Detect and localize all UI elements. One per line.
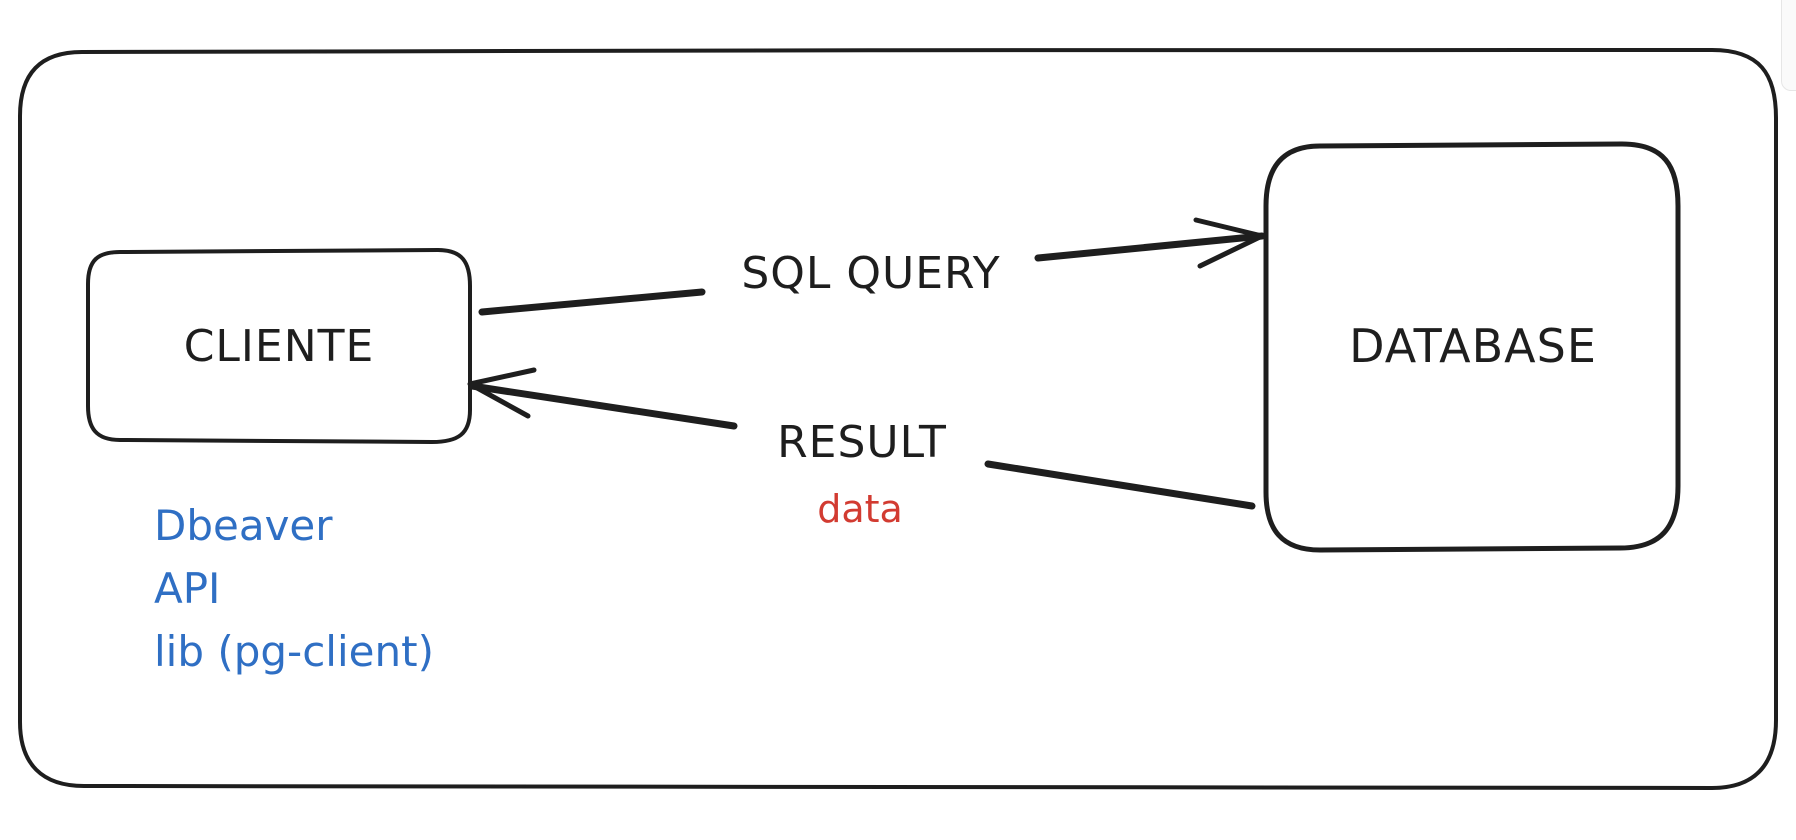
client-label: CLIENTE [184, 321, 375, 372]
query-label: SQL QUERY [741, 248, 1000, 299]
result-label: RESULT [777, 417, 947, 468]
client-examples: Dbeaver API lib (pg-client) [154, 501, 434, 676]
result-sublabel: data [817, 487, 903, 531]
query-arrow: SQL QUERY [478, 217, 1266, 316]
client-example-item: API [154, 564, 220, 613]
database-label: DATABASE [1349, 319, 1597, 373]
client-node: CLIENTE [86, 248, 472, 444]
result-arrow: RESULT data [467, 367, 1256, 531]
client-example-item: Dbeaver [154, 501, 333, 550]
database-node: DATABASE [1263, 141, 1681, 553]
diagram-canvas: CLIENTE DATABASE SQL QUERY RESULT data D… [18, 48, 1778, 790]
scrollbar[interactable] [1781, 0, 1796, 91]
client-example-item: lib (pg-client) [154, 627, 434, 676]
